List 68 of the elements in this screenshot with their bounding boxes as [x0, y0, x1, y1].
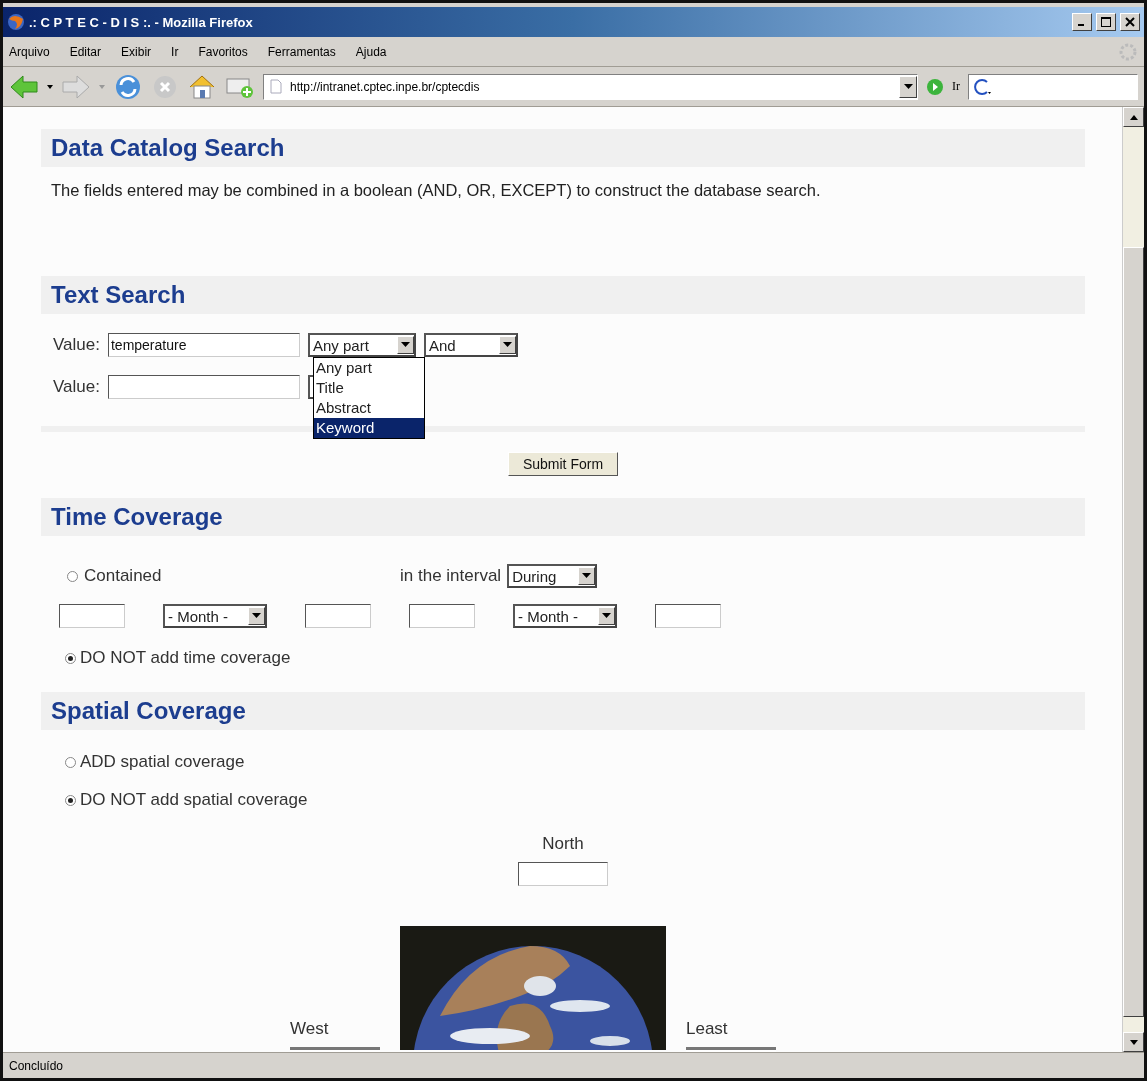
caret-icon — [252, 613, 261, 619]
caret-icon — [502, 342, 512, 348]
menu-item[interactable]: Favoritos — [198, 44, 248, 59]
menu-item[interactable]: Ajuda — [355, 44, 387, 59]
reload-icon[interactable] — [113, 72, 143, 101]
radio-button[interactable] — [67, 570, 78, 582]
menu-item[interactable]: Arquivo — [9, 44, 50, 59]
section-heading: Spatial Coverage — [41, 692, 1085, 730]
interval-label: in the interval — [400, 566, 502, 586]
browser-logo-icon — [7, 13, 25, 31]
minimize-button[interactable] — [1072, 13, 1092, 31]
go-icon[interactable] — [926, 77, 944, 96]
caret-icon — [400, 342, 410, 348]
radio-button[interactable] — [65, 756, 76, 768]
month-dropdown[interactable]: - Month - — [513, 604, 617, 628]
radio-button[interactable] — [65, 794, 76, 806]
value-field[interactable]: temperature — [107, 333, 300, 357]
page-icon — [270, 79, 282, 94]
field-label: Value: — [53, 335, 100, 355]
menu-item[interactable]: Ferramentas — [267, 44, 336, 59]
close-button[interactable] — [1120, 13, 1140, 31]
day-field[interactable] — [409, 604, 475, 628]
section-heading: Time Coverage — [41, 498, 1085, 536]
interval-dropdown[interactable]: During — [507, 564, 598, 588]
radio-label: ADD spatial coverage — [80, 752, 245, 772]
description-text: The fields entered may be combined in a boolean (AND, OR, EXCEPT) to construct the database search. — [51, 181, 822, 200]
section-heading: Text Search — [41, 276, 1085, 314]
year-field[interactable] — [305, 604, 371, 628]
go-label[interactable]: Ir — [952, 79, 960, 94]
section-heading: Data Catalog Search — [41, 129, 1085, 167]
scope-dropdown[interactable]: Any part — [307, 333, 416, 357]
scrollbar-thumb[interactable] — [1123, 247, 1144, 1017]
scroll-up-button[interactable] — [1123, 107, 1144, 127]
month-dropdown[interactable]: - Month - — [163, 604, 267, 628]
search-field[interactable] — [968, 73, 1138, 100]
west-label: West — [290, 1019, 330, 1039]
north-label: North — [542, 834, 584, 854]
caret-icon — [602, 613, 611, 619]
menu-item[interactable]: Exibir — [121, 44, 152, 59]
radio-label: Contained — [84, 566, 163, 586]
operator-dropdown[interactable]: And — [423, 333, 518, 357]
dropdown-option[interactable]: Keyword — [314, 418, 424, 438]
year-field[interactable] — [655, 604, 721, 628]
address-field[interactable]: http://intranet.cptec.inpe.br/cptecdis — [263, 73, 918, 100]
east-label: Least — [686, 1019, 729, 1039]
caret-icon — [903, 83, 913, 90]
status-text: Concluído — [3, 1052, 1144, 1078]
caret-icon[interactable] — [47, 84, 53, 89]
day-field[interactable] — [59, 604, 125, 628]
submit-button[interactable]: Submit Form — [507, 452, 619, 476]
down-arrow-icon — [1129, 1039, 1138, 1045]
maximize-button[interactable] — [1096, 13, 1116, 31]
value-field[interactable] — [107, 375, 300, 399]
maximize-icon — [1101, 17, 1111, 27]
scroll-down-button[interactable] — [1123, 1032, 1144, 1052]
north-field[interactable] — [518, 862, 608, 886]
close-icon — [1125, 17, 1135, 27]
radio-label: DO NOT add time coverage — [80, 648, 291, 668]
radio-label: DO NOT add spatial coverage — [80, 790, 308, 810]
menu-item[interactable]: Editar — [69, 44, 102, 59]
window-title: .: C P T E C - D I S :. - Mozilla Firefox — [29, 14, 254, 30]
field-label: Value: — [53, 377, 100, 397]
throbber-icon — [1118, 41, 1138, 62]
radio-button[interactable] — [65, 652, 76, 664]
caret-icon — [582, 573, 592, 579]
menu-item[interactable]: Ir — [171, 44, 179, 59]
up-arrow-icon — [1129, 114, 1138, 120]
search-engine-icon — [973, 77, 993, 96]
